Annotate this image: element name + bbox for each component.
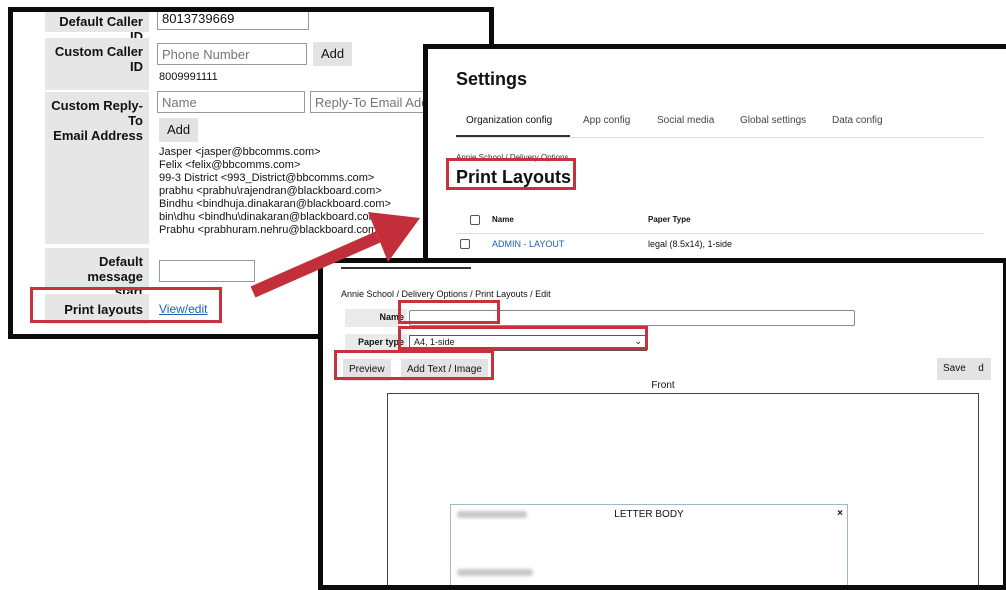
red-arrow-icon bbox=[250, 212, 420, 298]
